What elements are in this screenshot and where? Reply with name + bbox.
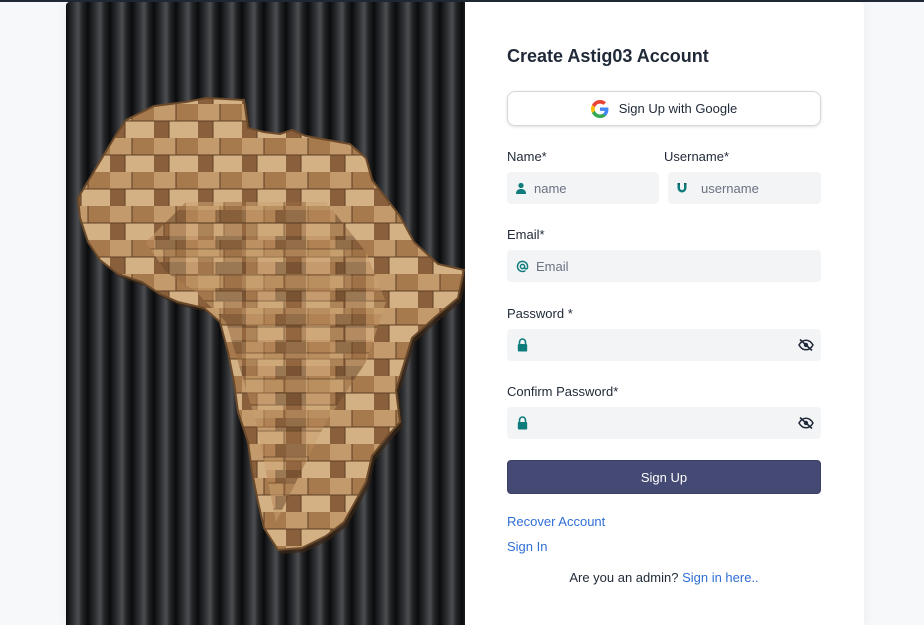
google-logo-icon [590, 99, 609, 118]
name-label: Name* [507, 149, 547, 164]
user-icon [515, 181, 527, 195]
admin-sign-in-link[interactable]: Sign in here.. [682, 570, 759, 585]
admin-prompt-text: Are you an admin? [569, 570, 679, 585]
email-field[interactable] [507, 250, 821, 282]
sign-up-button[interactable]: Sign Up [507, 460, 821, 494]
signup-form-panel: Create Astig03 Account Sign Up with Goog… [465, 2, 864, 625]
email-input[interactable] [536, 250, 821, 282]
lock-icon [515, 416, 529, 430]
magnet-icon [676, 181, 688, 195]
recover-account-link[interactable]: Recover Account [507, 514, 605, 529]
password-input[interactable] [536, 329, 797, 361]
name-field[interactable] [507, 172, 710, 204]
password-label: Password * [507, 306, 573, 321]
google-signup-button[interactable]: Sign Up with Google [507, 91, 821, 126]
confirm-password-field[interactable] [507, 407, 821, 439]
google-signup-label: Sign Up with Google [618, 101, 738, 116]
page-title: Create Astig03 Account [507, 46, 709, 66]
signup-card: Create Astig03 Account Sign Up with Goog… [66, 2, 864, 625]
africa-wood-map-illustration [66, 2, 465, 625]
sign-in-link[interactable]: Sign In [507, 539, 547, 554]
confirm-password-input[interactable] [536, 407, 797, 439]
hero-image [66, 2, 465, 625]
username-input[interactable] [701, 172, 864, 204]
username-label: Username* [664, 149, 730, 164]
eye-off-icon[interactable] [797, 414, 815, 432]
at-sign-icon [515, 259, 529, 273]
email-label: Email* [507, 227, 545, 242]
lock-icon [515, 338, 529, 352]
username-field[interactable] [668, 172, 864, 204]
admin-signin-line: Are you an admin? Sign in here.. [507, 570, 821, 585]
confirm-password-label: Confirm Password* [507, 384, 619, 399]
eye-off-icon[interactable] [797, 336, 815, 354]
password-field[interactable] [507, 329, 821, 361]
